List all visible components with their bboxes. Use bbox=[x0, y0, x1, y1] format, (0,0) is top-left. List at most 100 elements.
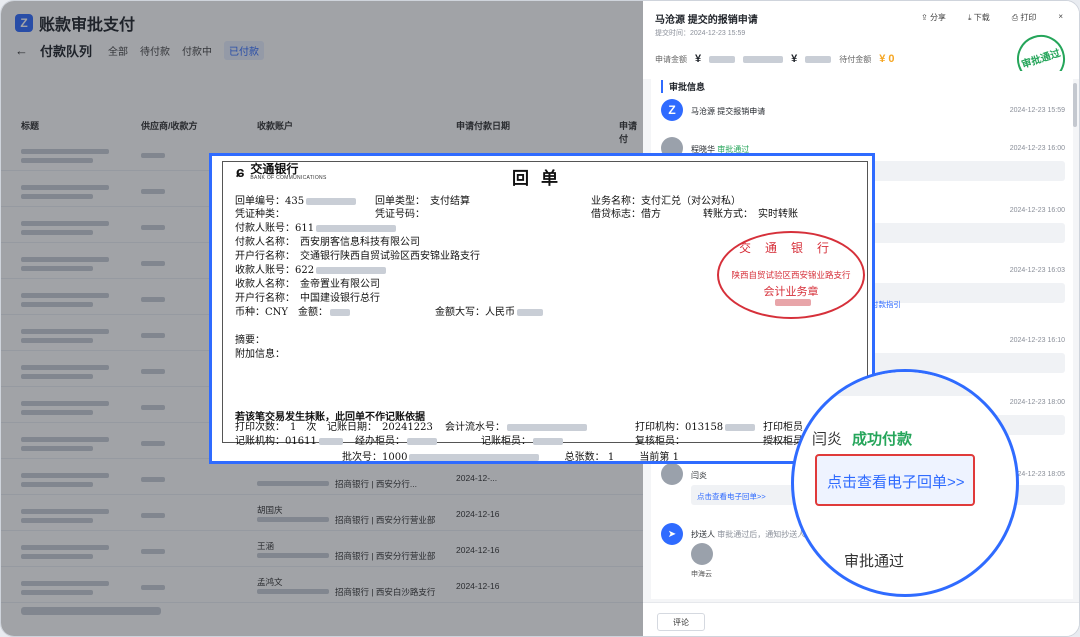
seal-branch-text: 陕西自贸试验区西安锦业路支行 bbox=[731, 270, 851, 280]
payee-account-prefix: 622 bbox=[295, 265, 315, 276]
timeline-text: 闫炎 bbox=[691, 470, 707, 481]
timeline-date: 2024-12-23 16:03 bbox=[1009, 267, 1065, 274]
current-no-label: 当前第 bbox=[639, 452, 670, 463]
share-button[interactable]: ⇪ 分享 bbox=[921, 12, 946, 23]
bank-seal: 交通银行 陕西自贸试验区西安锦业路支行 会计业务章 bbox=[717, 231, 865, 319]
payee-account-blurred bbox=[316, 267, 387, 274]
amount-in-words: 金额大写：人民币 bbox=[435, 307, 543, 319]
submit-action: 提交报销申请 bbox=[717, 107, 766, 116]
payee-bank: 开户行名称： 中国建设银行总行 bbox=[235, 293, 380, 304]
handler-blurred bbox=[407, 438, 437, 445]
scrollbar[interactable] bbox=[1073, 83, 1077, 127]
zoom-receipt-link-box[interactable]: 点击查看电子回单>> bbox=[815, 454, 975, 506]
handler: 经办柜员： bbox=[355, 436, 437, 448]
panel-header: 马沧源 提交的报销申请 提交时间：2024-12-23 15:59 ⇪ 分享 ⤓… bbox=[643, 1, 1079, 90]
posting-teller-blurred bbox=[533, 438, 563, 445]
payer-account-blurred bbox=[316, 225, 397, 232]
print-teller: 打印柜员 bbox=[763, 422, 803, 433]
serial-no-blurred bbox=[507, 424, 587, 431]
handler-label: 经办柜员： bbox=[355, 436, 405, 447]
print-label: 打印 bbox=[1020, 13, 1037, 22]
payment-guide-link[interactable]: 付款指引 bbox=[871, 299, 901, 310]
cc-name: 抄送人 bbox=[691, 530, 715, 539]
seal-top-text: 交通银行 bbox=[738, 241, 843, 255]
download-button[interactable]: ⤓ 下载 bbox=[968, 12, 990, 23]
section-title: 审批信息 bbox=[661, 80, 705, 93]
panel-title: 马沧源 提交的报销申请 bbox=[655, 15, 758, 26]
posting-org-blurred bbox=[318, 438, 343, 445]
serial-no: 会计流水号： bbox=[445, 422, 587, 434]
amount-blurred-2 bbox=[743, 55, 784, 63]
amount-cn-blurred bbox=[517, 309, 543, 316]
current-no: 当前第 1 bbox=[639, 452, 679, 463]
voucher-type: 凭证种类： bbox=[235, 209, 285, 220]
share-label: 分享 bbox=[929, 13, 946, 22]
print-button[interactable]: ⎙ 打印 bbox=[1012, 12, 1037, 23]
amount-blurred-3 bbox=[805, 55, 832, 63]
timeline-date: 2024-12-23 18:00 bbox=[1009, 399, 1065, 406]
currency-amount: 币种：CNY 金额： bbox=[235, 307, 351, 319]
amount-prefix-2: ¥ bbox=[791, 53, 798, 65]
review-teller: 复核柜员： bbox=[635, 436, 685, 447]
cc-desc: 审批通过后，通知抄送人 bbox=[717, 530, 806, 539]
timeline-date: 2024-12-23 16:10 bbox=[1009, 337, 1065, 344]
payer-bank: 开户行名称： 交通银行陕西自贸试验区西安锦业路支行 bbox=[235, 251, 480, 262]
screenshot-frame: Z 账款审批支付 ← 付款队列 全部 待付款 付款中 已付款 标题 供应商/收款… bbox=[0, 0, 1080, 637]
close-icon[interactable]: × bbox=[1058, 12, 1063, 23]
business-name: 业务名称：支付汇兑（对公对私） bbox=[591, 196, 741, 207]
posting-teller: 记账柜员： bbox=[481, 436, 563, 448]
panel-actions: ⇪ 分享 ⤓ 下载 ⎙ 打印 × bbox=[921, 12, 1063, 23]
zoom-bg-box bbox=[804, 372, 1004, 396]
receipt-no-blurred bbox=[306, 198, 357, 205]
transfer-method: 转账方式： 实时转账 bbox=[703, 209, 798, 220]
batch-no: 批次号：1000 bbox=[342, 452, 408, 463]
total-count-label: 总张数： bbox=[564, 452, 605, 463]
timeline-text: 抄送人 审批通过后，通知抄送人 bbox=[691, 529, 805, 540]
timeline-date: 2024-12-23 15:59 bbox=[1009, 107, 1065, 114]
total-count: 总张数： 1 bbox=[565, 452, 615, 463]
submit-time: 提交时间：2024-12-23 15:59 bbox=[655, 30, 746, 37]
seal-bottom-text: 会计业务章 bbox=[763, 286, 819, 298]
comment-button[interactable]: 评论 bbox=[657, 613, 705, 631]
serial-no-label: 会计流水号： bbox=[445, 422, 505, 433]
print-org: 打印机构：013158 bbox=[635, 422, 756, 434]
payer-account-label: 付款人账号： bbox=[235, 223, 295, 234]
batch-line: 批次号：1000 总张数： 1 当前第 1 bbox=[342, 448, 679, 463]
amount-blurred bbox=[709, 55, 736, 63]
payee-name: 收款人名称： 金帝置业有限公司 bbox=[235, 279, 380, 290]
amount-prefix: ¥ bbox=[695, 53, 702, 65]
amount-row: 申请金额 ¥ ¥ 待付金额 ¥ 0 bbox=[655, 53, 895, 65]
posting-date: 记账日期： 20241223 bbox=[327, 422, 433, 433]
zoom-callout: 闫炎 成功付款 点击查看电子回单>> 审批通过 bbox=[791, 369, 1019, 597]
summary: 摘要： bbox=[235, 335, 265, 346]
total-count-value: 1 bbox=[607, 452, 615, 463]
zoom-approved-text: 审批通过 bbox=[844, 553, 905, 570]
cc-person-avatar bbox=[691, 543, 713, 565]
payer-name: 付款人名称： 西安朋客信息科技有限公司 bbox=[235, 237, 420, 248]
view-receipt-link[interactable]: 点击查看电子回单>> bbox=[697, 491, 766, 502]
print-org-blurred bbox=[725, 424, 756, 431]
current-no-value: 1 bbox=[672, 452, 679, 463]
pending-label: 待付金额 bbox=[839, 54, 872, 64]
posting-org-label: 记账机构：01611 bbox=[235, 436, 317, 447]
timeline-text: 马沧源 提交报销申请 bbox=[691, 106, 765, 117]
pending-value: ¥ 0 bbox=[879, 53, 895, 65]
payer-account-prefix: 611 bbox=[295, 223, 315, 234]
receipt-no-prefix: 435 bbox=[285, 196, 305, 207]
receipt-body: 回单编号：435 回单类型： 支付结算 业务名称：支付汇兑（对公对私） 凭证种类… bbox=[222, 161, 868, 447]
cc-person-name: 申海云 bbox=[691, 571, 712, 578]
receipt-type: 回单类型： 支付结算 bbox=[375, 196, 470, 207]
currency-label: 币种：CNY 金额： bbox=[235, 307, 329, 318]
zoom-payer-name: 闫炎 bbox=[812, 431, 843, 448]
download-label: 下载 bbox=[973, 13, 990, 22]
posting-teller-label: 记账柜员： bbox=[481, 436, 531, 447]
voucher-no: 凭证号码： bbox=[375, 209, 425, 220]
payee-account: 收款人账号：622 bbox=[235, 265, 387, 277]
print-count: 打印次数： 1 次 bbox=[235, 422, 317, 433]
timeline-date: 2024-12-23 16:00 bbox=[1009, 145, 1065, 152]
amount-cn-label: 金额大写：人民币 bbox=[435, 307, 515, 318]
payee-account-label: 收款人账号： bbox=[235, 265, 295, 276]
zoom-receipt-link[interactable]: 点击查看电子回单>> bbox=[827, 471, 965, 492]
timeline-date: 2024-12-23 16:00 bbox=[1009, 207, 1065, 214]
amount-label: 申请金额 bbox=[655, 54, 687, 64]
